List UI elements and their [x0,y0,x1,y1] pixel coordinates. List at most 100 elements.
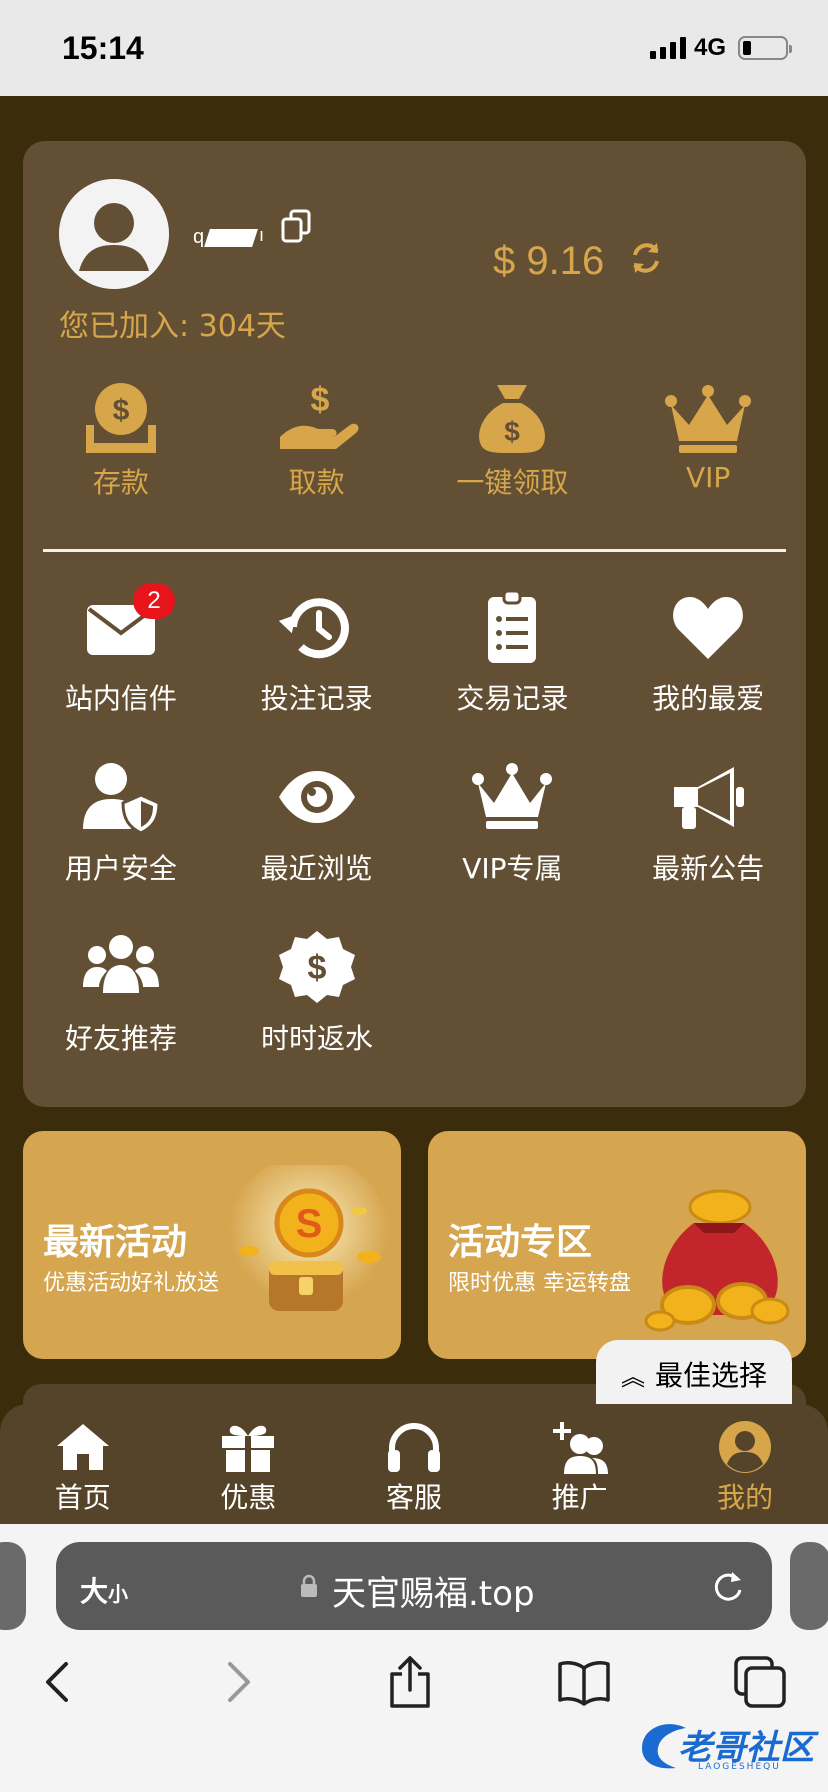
url-text: 天官赐福.top [332,1574,535,1614]
best-choice-label: 最佳选择 [654,1359,767,1392]
menu-item-vip-exclusive[interactable]: VIP专属 [415,759,611,929]
status-bar: 15:14 4G [0,0,828,96]
quick-action-withdraw[interactable]: $ 取款 [219,381,415,499]
quick-actions: $ 存款 $ 取款 $ 一键领取 VIP [23,381,806,499]
promo-card-title: 活动专区 [448,1222,593,1263]
menu-item-transactions[interactable]: 交易记录 [415,589,611,759]
svg-text:$: $ [505,416,521,447]
address-bar[interactable]: 大小 天官赐福.top [56,1542,772,1630]
reload-icon[interactable] [710,1568,746,1604]
gift-icon [222,1425,275,1472]
menu-item-security[interactable]: 用户安全 [23,759,219,929]
text-size-button[interactable]: 大小 [80,1570,128,1610]
next-tab-preview[interactable] [790,1542,828,1630]
promo-card-subtitle: 优惠活动好礼放送 [43,1271,220,1296]
menu-item-label: 最近浏览 [260,852,373,885]
quick-action-deposit[interactable]: $ 存款 [23,381,219,499]
users-icon [83,935,159,993]
user-circle-icon [719,1421,772,1473]
refresh-icon[interactable] [629,241,663,275]
menu-item-label: 用户安全 [64,852,177,885]
tab-label: 首页 [54,1481,111,1514]
quick-action-label: VIP [685,461,731,494]
back-icon[interactable] [32,1654,88,1710]
promo-card-title: 最新活动 [43,1222,188,1263]
tab-label: 优惠 [220,1481,277,1514]
heart-icon [673,597,744,659]
megaphone-icon [674,767,745,829]
account-panel: q ı $ 9.16 您已加入: 304天 $ 存款 $ 取款 $ 一键领取 V… [23,141,806,1107]
quick-action-label: 一键领取 [456,466,569,499]
tab-label: 推广 [551,1481,608,1514]
svg-text:ı: ı [259,225,264,245]
home-icon [56,1424,109,1470]
money-bag-illustration [644,1189,790,1332]
dollar-badge-icon: $ [279,931,355,1003]
best-choice-button[interactable]: ︽ 最佳选择 [596,1340,792,1408]
menu-item-label: 站内信件 [64,682,177,715]
text-size-large: 大 [80,1575,109,1608]
menu-item-label: VIP专属 [462,852,563,885]
svg-text:S: S [296,1202,323,1246]
eye-icon [278,771,355,823]
crown-icon [665,385,752,453]
divider [43,549,786,552]
promo-card-activity-zone[interactable]: 活动专区 限时优惠 幸运转盘 [428,1131,806,1359]
svg-text:$: $ [310,381,329,419]
tab-referral[interactable]: 推广 [497,1404,663,1524]
menu-item-announcements[interactable]: 最新公告 [610,759,806,929]
signal-icon [649,37,686,59]
menu-item-label: 投注记录 [260,682,373,715]
quick-action-label: 存款 [92,466,149,499]
browser-chrome: 大小 天官赐福.top 老哥社区 LAOGESHEQU [0,1524,828,1792]
chevron-up-icon: ︽ [620,1362,645,1391]
menu-item-label: 时时返水 [260,1022,373,1055]
headphones-icon [387,1423,440,1472]
tab-home[interactable]: 首页 [0,1404,166,1524]
tab-label: 客服 [385,1481,442,1514]
tab-promotions[interactable]: 优惠 [166,1404,332,1524]
user-plus-icon [552,1422,608,1474]
tab-customer-service[interactable]: 客服 [331,1404,497,1524]
battery-icon [738,36,792,60]
promo-card-latest-activities[interactable]: 最新活动 优惠活动好礼放送 S [23,1131,401,1359]
menu-item-label: 好友推荐 [64,1022,177,1055]
copy-icon[interactable] [281,209,311,243]
treasure-chest-illustration: S [229,1165,389,1315]
bookmarks-icon[interactable] [556,1654,612,1710]
menu-item-recent[interactable]: 最近浏览 [219,759,415,929]
unread-badge: 2 [133,583,175,619]
menu-item-label: 最新公告 [652,852,765,885]
menu-item-referral[interactable]: 好友推荐 [23,929,219,1099]
previous-tab-preview[interactable] [0,1542,26,1630]
watermark-logo: 老哥社区 LAOGESHEQU [636,1718,816,1782]
quick-action-claim-all[interactable]: $ 一键领取 [415,381,611,499]
clipboard-list-icon [488,589,537,663]
network-type: 4G [693,34,726,61]
watermark-subtext: LAOGESHEQU [698,1762,781,1772]
joined-days: 您已加入: 304天 [59,309,286,344]
quick-action-label: 取款 [288,466,345,499]
avatar[interactable] [59,179,169,289]
menu-item-messages[interactable]: 2 站内信件 [23,583,219,759]
svg-text:$: $ [308,949,327,987]
menu-item-rebate[interactable]: $ 时时返水 [219,929,415,1099]
user-shield-icon [82,763,161,835]
balance-amount: $ 9.16 [493,239,605,283]
share-icon[interactable] [382,1654,438,1710]
user-avatar-icon [59,179,169,289]
status-indicators: 4G [649,34,792,62]
quick-action-vip[interactable]: VIP [610,381,806,494]
forward-icon[interactable] [208,1654,264,1710]
promo-card-subtitle: 限时优惠 幸运转盘 [448,1271,631,1296]
menu-item-favorites[interactable]: 我的最爱 [610,589,806,759]
history-icon [278,598,349,659]
tab-mine[interactable]: 我的 [662,1404,828,1524]
text-size-small: 小 [108,1582,129,1606]
tabs-icon[interactable] [732,1654,788,1710]
menu-item-bet-history[interactable]: 投注记录 [219,589,415,759]
money-box-icon: $ [85,383,156,453]
crown-icon [472,763,553,829]
menu-item-label: 交易记录 [456,682,569,715]
money-bag-icon: $ [479,385,546,453]
